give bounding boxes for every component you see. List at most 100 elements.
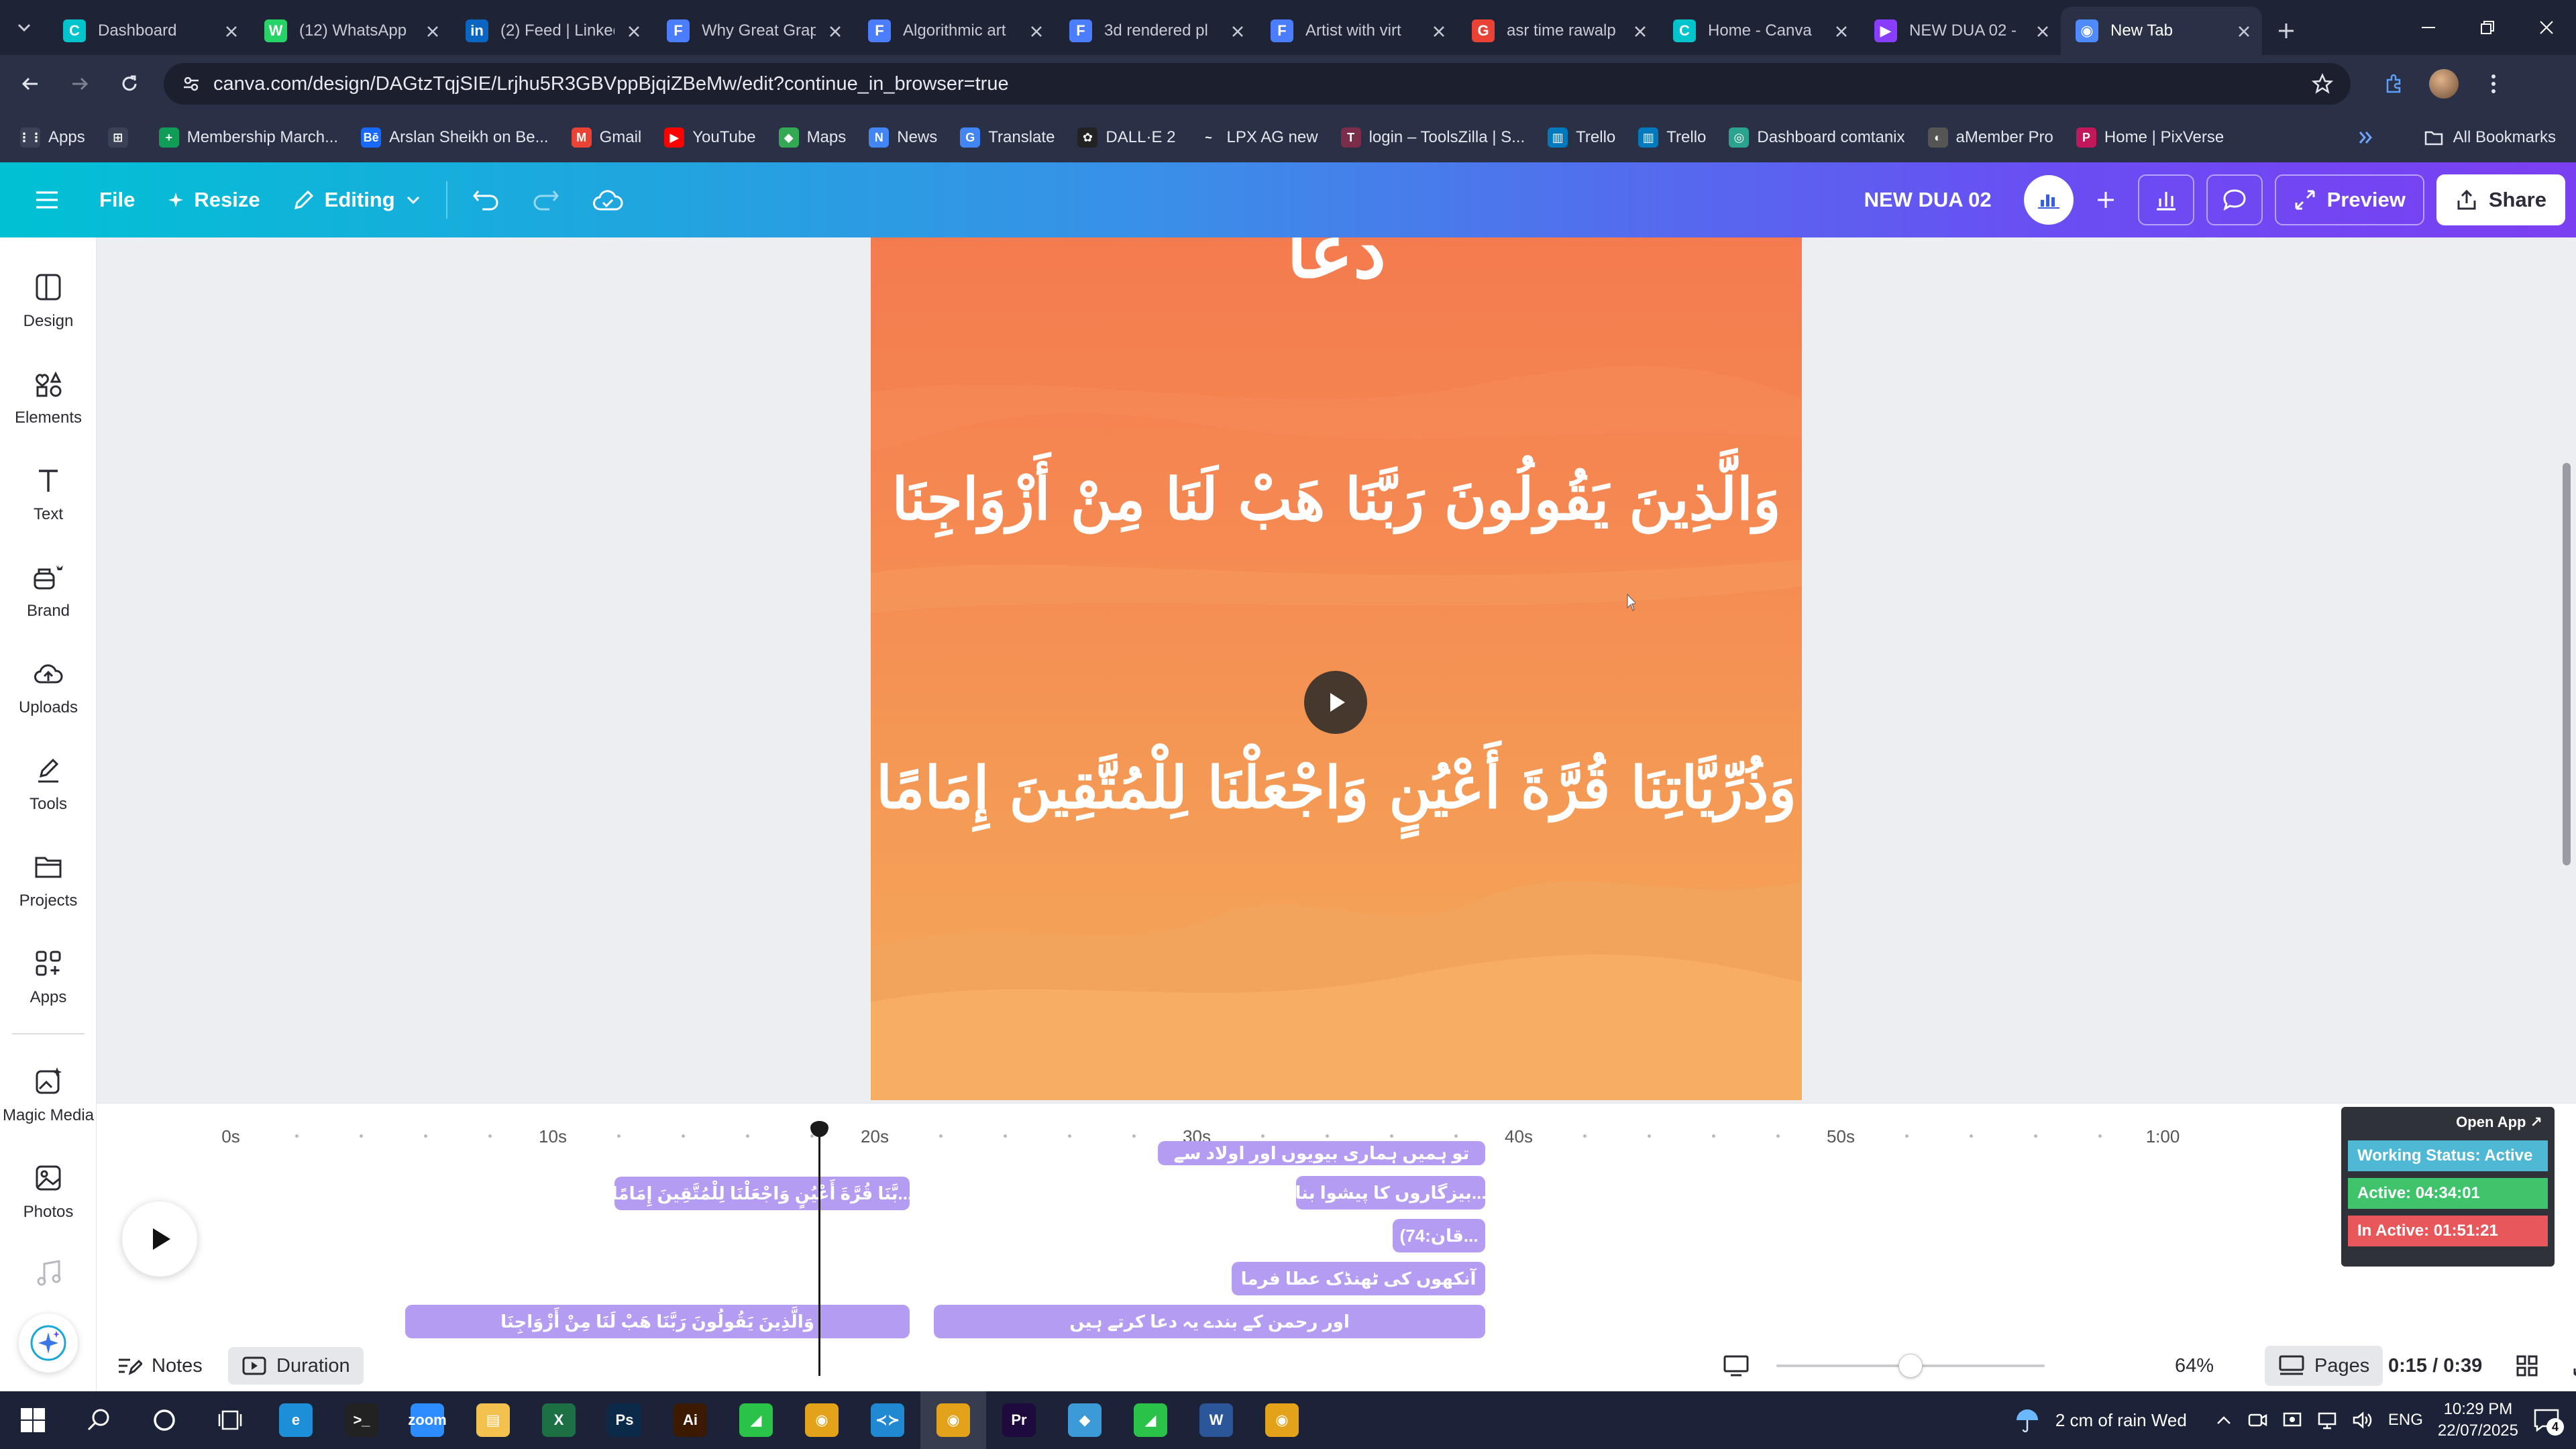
chevron-up-icon[interactable] (2215, 1411, 2233, 1429)
taskbar-app-illustrator[interactable]: Ai (657, 1391, 723, 1449)
browser-menu-button[interactable] (2474, 64, 2513, 103)
insights-button[interactable] (2137, 174, 2194, 225)
screen-capture-icon[interactable] (2282, 1410, 2302, 1430)
bookmark-item[interactable]: N News (869, 127, 937, 148)
bookmark-item[interactable]: G Translate (960, 127, 1055, 148)
browser-tab[interactable]: C Dashboard (48, 7, 250, 55)
close-tab-icon[interactable] (1229, 23, 1246, 40)
bookmark-item[interactable]: ◆ Maps (778, 127, 846, 148)
taskbar-app-green-app-2[interactable]: ◢ (1118, 1391, 1183, 1449)
main-menu-button[interactable] (0, 162, 83, 237)
bookmark-item[interactable]: ✿ DALL·E 2 (1077, 127, 1175, 148)
taskbar-app-explorer[interactable]: ▤ (460, 1391, 526, 1449)
sidebar-item-photos[interactable]: Photos (0, 1148, 97, 1236)
close-tab-icon[interactable] (223, 23, 240, 40)
canvas-play-button[interactable] (1304, 671, 1367, 734)
meet-now-icon[interactable] (2247, 1410, 2267, 1430)
restore-button[interactable] (2458, 0, 2517, 55)
comments-button[interactable] (2206, 174, 2263, 225)
close-tab-icon[interactable] (625, 23, 643, 40)
bookmark-item[interactable]: ~ LPX AG new (1198, 127, 1318, 148)
zoom-level[interactable]: 64% (2175, 1355, 2214, 1377)
canvas-verse-line-1[interactable]: وَالَّذِينَ يَقُولُونَ رَبَّنَا هَبْ لَن… (871, 466, 1802, 533)
taskbar-app-edge[interactable]: e (263, 1391, 329, 1449)
duration-button[interactable]: Duration (228, 1347, 364, 1385)
close-tab-icon[interactable] (2034, 23, 2051, 40)
close-tab-icon[interactable] (424, 23, 441, 40)
taskbar-app-chrome-2[interactable]: ◉ (1249, 1391, 1315, 1449)
taskbar-app-zoom[interactable]: zoom (394, 1391, 460, 1449)
browser-tab[interactable]: Gasr time rawalp (1457, 7, 1658, 55)
close-tab-icon[interactable] (1028, 23, 1045, 40)
undo-button[interactable] (455, 162, 516, 237)
canvas-scrollbar[interactable] (2563, 463, 2571, 865)
resize-button[interactable]: Resize (151, 162, 276, 237)
browser-tab[interactable]: W (12) WhatsApp (250, 7, 451, 55)
weather-text[interactable]: 2 cm of rain Wed (2055, 1410, 2187, 1431)
timeline-play-button[interactable] (122, 1201, 197, 1277)
timeline-clip[interactable]: ...قان:74) (1393, 1219, 1485, 1252)
design-canvas-page[interactable]: دعا وَالَّذِينَ يَقُولُونَ رَبَّنَا هَبْ… (871, 237, 1802, 1100)
taskbar-app-excel[interactable]: X (526, 1391, 592, 1449)
timeline-clip[interactable]: اور رحمن کے بندے یہ دعا کرتے ہیں (934, 1305, 1485, 1338)
close-tab-icon[interactable] (826, 23, 844, 40)
bookmark-item[interactable]: ⋮⋮ Apps (18, 127, 85, 148)
sidebar-item-audio[interactable] (34, 1258, 64, 1289)
redo-button[interactable] (516, 162, 576, 237)
notes-button[interactable]: Notes (117, 1354, 203, 1377)
sidebar-item-uploads[interactable]: Uploads (0, 644, 97, 731)
taskbar-search-button[interactable] (66, 1391, 131, 1449)
bookmark-item[interactable]: ◐ aMember Pro (1927, 127, 2053, 148)
close-tab-icon[interactable] (1833, 23, 1850, 40)
browser-tab[interactable]: F Why Great Graphic (652, 7, 853, 55)
file-menu-button[interactable]: File (83, 162, 151, 237)
profile-avatar[interactable] (2424, 64, 2463, 103)
sidebar-item-apps[interactable]: Apps (0, 934, 97, 1021)
browser-tab[interactable]: F Algorithmic art (853, 7, 1055, 55)
zoom-slider-handle[interactable] (1898, 1354, 1923, 1378)
close-tab-icon[interactable] (2235, 23, 2253, 40)
close-tab-icon[interactable] (1631, 23, 1649, 40)
playhead-handle[interactable] (810, 1121, 828, 1137)
bookmark-item[interactable]: ▥ Trello (1548, 127, 1615, 148)
extensions-button[interactable] (2375, 64, 2414, 103)
task-view-button[interactable] (197, 1391, 263, 1449)
bookmark-item[interactable]: Tlogin – ToolsZilla | S... (1340, 127, 1525, 148)
sidebar-item-tools[interactable]: Tools (0, 741, 97, 828)
add-collaborator-button[interactable] (2086, 175, 2126, 225)
document-title[interactable]: NEW DUA 02 (1864, 188, 1992, 212)
clock[interactable]: 10:29 PM 22/07/2025 (2438, 1399, 2518, 1442)
taskbar-app-photoshop[interactable]: Ps (592, 1391, 657, 1449)
browser-tab[interactable]: in (2) Feed | LinkedIn (451, 7, 652, 55)
taskbar-app-terminal[interactable]: >_ (329, 1391, 394, 1449)
timeline-clip[interactable]: وَالَّذِينَ يَقُولُونَ رَبَّنَا هَبْ لَن… (405, 1305, 910, 1338)
back-button[interactable] (11, 64, 50, 103)
cortana-button[interactable] (131, 1391, 197, 1449)
sidebar-item-projects[interactable]: Projects (0, 837, 97, 924)
grid-view-button[interactable] (2516, 1354, 2538, 1377)
canvas-title-dua[interactable]: دعا (871, 237, 1802, 294)
zoom-slider[interactable] (1776, 1354, 2045, 1378)
bookmark-item[interactable]: M Gmail (571, 127, 641, 148)
star-icon[interactable] (2312, 73, 2333, 95)
input-language[interactable]: ENG (2388, 1411, 2423, 1430)
taskbar-app-green-app[interactable]: ◢ (723, 1391, 789, 1449)
bookmark-item[interactable]: ▥ Trello (1638, 127, 1706, 148)
taskbar-app-chrome[interactable]: ◉ (789, 1391, 855, 1449)
notifications-button[interactable]: 4 (2533, 1407, 2564, 1436)
pages-button[interactable]: Pages (2265, 1346, 2383, 1386)
bookmark-item[interactable]: ⊞ (107, 127, 136, 148)
new-tab-button[interactable] (2262, 7, 2310, 55)
timeline-clip[interactable]: آنکھوں کی ٹھنڈک عطا فرما (1232, 1262, 1485, 1295)
tab-search-button[interactable] (0, 0, 48, 55)
minimize-button[interactable] (2399, 0, 2458, 55)
browser-tab[interactable]: ◉ New Tab (2061, 7, 2262, 55)
team-avatar[interactable] (2023, 175, 2074, 225)
canvas-verse-line-2[interactable]: وَذُرِّيَّاتِنَا قُرَّةَ أَعْيُنٍ وَاجْع… (871, 754, 1802, 822)
open-app-link[interactable]: Open App ↗ (2348, 1114, 2548, 1134)
timeline-clip[interactable]: تو ہمیں ہماری بیویوں اور اولاد سے (1158, 1141, 1485, 1165)
address-bar[interactable]: canva.com/design/DAGtzTqjSIE/Lrjhu5R3GBV… (164, 63, 2351, 105)
timeline-playhead[interactable] (810, 1121, 828, 1376)
browser-tab[interactable]: C Home - Canva (1658, 7, 1860, 55)
network-icon[interactable] (2317, 1410, 2337, 1430)
